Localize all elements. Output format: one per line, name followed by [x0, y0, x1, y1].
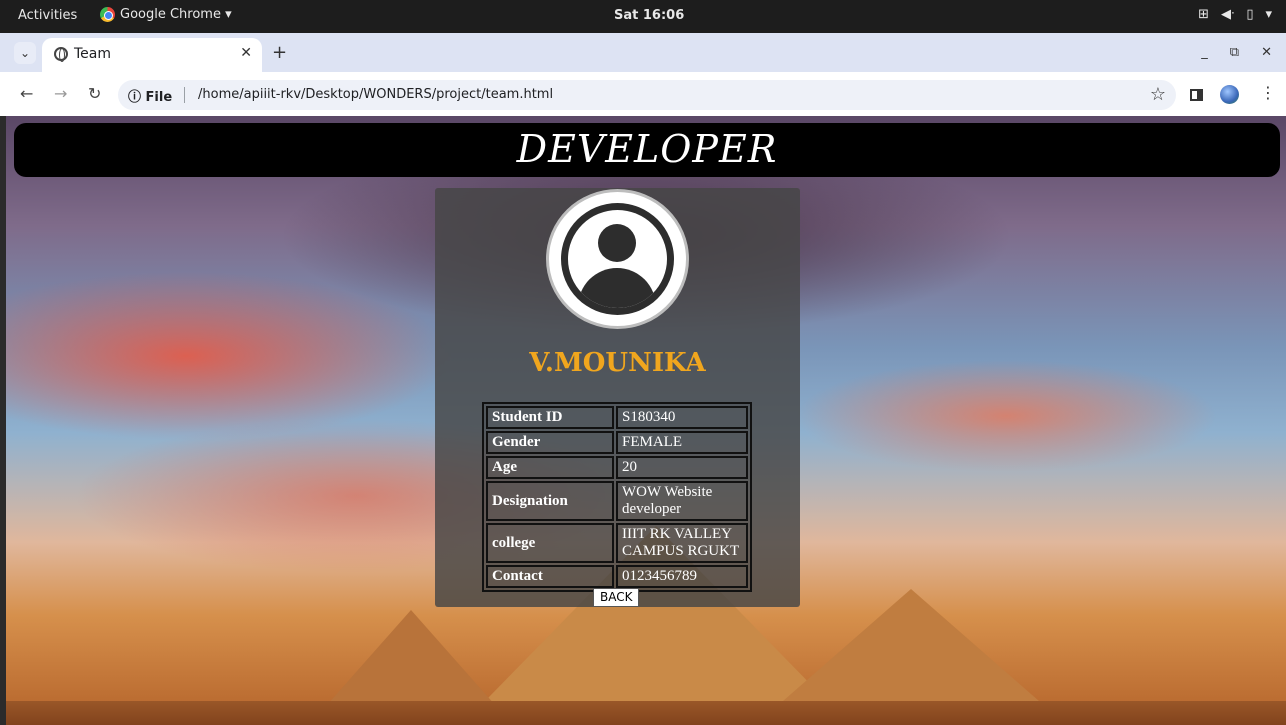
page-viewport: DEVELOPER V.MOUNIKA Student ID S180340 G… — [6, 116, 1286, 725]
field-value: IIIT RK VALLEY CAMPUS RGUKT — [616, 523, 748, 563]
user-icon-head — [598, 224, 636, 262]
chevron-down-icon: ⌄ — [19, 46, 31, 60]
tab-title: Team — [74, 46, 112, 62]
minimize-icon[interactable]: _ — [1201, 45, 1208, 60]
system-tray[interactable]: ⊞ ◀ᐧ ▯ ▾ — [1198, 7, 1272, 22]
divider — [184, 87, 185, 103]
field-label: Contact — [486, 565, 614, 588]
reload-icon[interactable]: ↻ — [88, 84, 101, 103]
clock[interactable]: Sat 16:06 — [614, 8, 684, 23]
table-row: Designation WOW Website developer — [486, 481, 748, 521]
tab-strip: ⌄ Team ✕ + _ ⧉ ✕ — [0, 33, 1286, 72]
table-row: Student ID S180340 — [486, 406, 748, 429]
bookmark-star-icon[interactable]: ☆ — [1150, 84, 1166, 105]
new-tab-button[interactable]: + — [272, 42, 287, 63]
field-value: 0123456789 — [616, 565, 748, 588]
browser-toolbar: ← → ↻ ⓘ File /home/apiiit-rkv/Desktop/WO… — [0, 72, 1286, 116]
site-info-label: File — [145, 90, 173, 105]
forward-arrow-icon[interactable]: → — [54, 84, 67, 103]
table-row: Age 20 — [486, 456, 748, 479]
developer-name: V.MOUNIKA — [529, 348, 706, 378]
battery-icon: ▯ — [1246, 7, 1254, 22]
address-bar[interactable]: ⓘ File /home/apiiit-rkv/Desktop/WONDERS/… — [118, 80, 1176, 110]
field-value: WOW Website developer — [616, 481, 748, 521]
back-arrow-icon[interactable]: ← — [20, 84, 33, 103]
volume-icon: ◀ᐧ — [1220, 7, 1235, 22]
desert-ground — [6, 701, 1286, 725]
globe-icon — [54, 47, 68, 62]
field-label: Gender — [486, 431, 614, 454]
close-icon[interactable]: ✕ — [240, 45, 252, 61]
tab-team[interactable]: Team ✕ — [42, 38, 262, 72]
side-panel-icon[interactable] — [1190, 89, 1203, 101]
field-value: S180340 — [616, 406, 748, 429]
more-menu-icon[interactable]: ⋮ — [1260, 83, 1276, 102]
details-table: Student ID S180340 Gender FEMALE Age 20 … — [482, 402, 752, 592]
field-label: Age — [486, 456, 614, 479]
chrome-logo-icon — [100, 7, 115, 22]
activities-button[interactable]: Activities — [18, 8, 77, 23]
field-value: FEMALE — [616, 431, 748, 454]
field-value: 20 — [616, 456, 748, 479]
page-title: DEVELOPER — [516, 127, 778, 171]
tray-menu-icon: ▾ — [1265, 7, 1272, 22]
network-icon: ⊞ — [1198, 7, 1209, 22]
table-row: Contact 0123456789 — [486, 565, 748, 588]
info-icon: ⓘ — [128, 90, 146, 105]
table-row: college IIIT RK VALLEY CAMPUS RGUKT — [486, 523, 748, 563]
app-menu-label: Google Chrome ▾ — [120, 7, 232, 22]
app-menu[interactable]: Google Chrome ▾ — [100, 7, 232, 22]
avatar — [546, 189, 689, 329]
tab-search-button[interactable]: ⌄ — [14, 42, 36, 64]
back-button[interactable]: BACK — [593, 588, 640, 607]
restore-icon[interactable]: ⧉ — [1230, 45, 1239, 60]
system-top-bar: Activities Google Chrome ▾ Sat 16:06 ⊞ ◀… — [0, 0, 1286, 33]
page-header: DEVELOPER — [14, 123, 1280, 177]
table-row: Gender FEMALE — [486, 431, 748, 454]
window-controls: _ ⧉ ✕ — [1201, 45, 1272, 60]
url-text[interactable]: /home/apiiit-rkv/Desktop/WONDERS/project… — [198, 87, 553, 102]
site-info-chip[interactable]: ⓘ File — [128, 86, 172, 105]
user-icon — [561, 203, 674, 315]
developer-card: V.MOUNIKA Student ID S180340 Gender FEMA… — [435, 188, 800, 607]
profile-avatar[interactable] — [1220, 85, 1239, 104]
field-label: Student ID — [486, 406, 614, 429]
field-label: Designation — [486, 481, 614, 521]
user-icon-body — [578, 268, 656, 308]
field-label: college — [486, 523, 614, 563]
window-close-icon[interactable]: ✕ — [1261, 45, 1272, 60]
